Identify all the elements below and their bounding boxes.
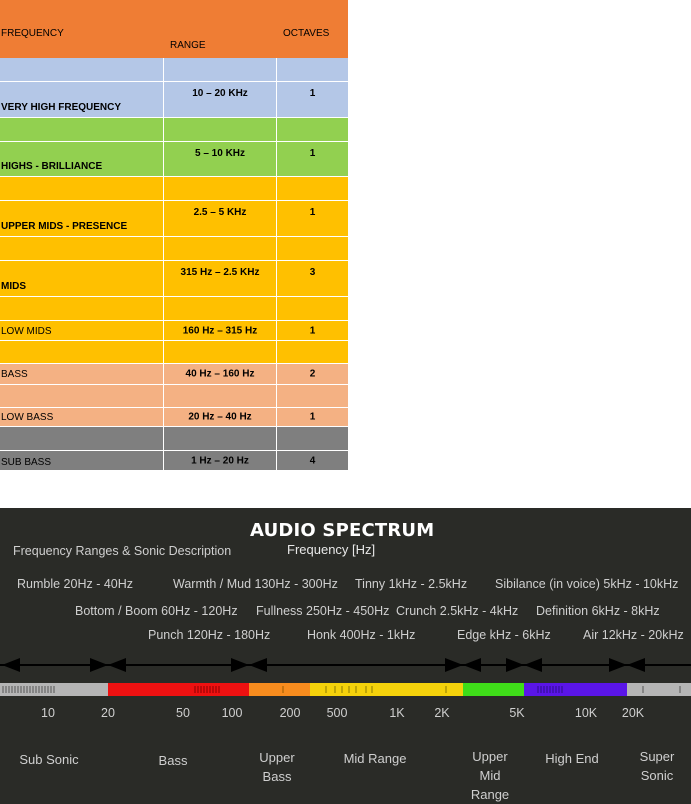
region-label-line: Mid Range — [343, 751, 407, 766]
row-octaves: 1 — [309, 325, 316, 336]
frequency-axis-title: Frequency [Hz] — [287, 542, 376, 557]
hz-label: 500 — [326, 706, 348, 720]
row-octaves: 1 — [309, 148, 316, 159]
row-range: 40 Hz – 160 Hz — [185, 368, 255, 380]
row-range: 315 Hz – 2.5 KHz — [180, 267, 260, 278]
header-octaves: OCTAVES — [283, 28, 330, 39]
row-name: SUB BASS — [1, 457, 52, 468]
table-spacer-row — [0, 177, 348, 201]
desc-air: Air 12kHz - 20kHz — [583, 628, 684, 642]
desc-punch: Punch 120Hz - 180Hz — [148, 628, 271, 642]
frequency-table: FREQUENCY RANGE OCTAVES VERY HIGH FREQUE… — [0, 0, 348, 470]
row-octaves: 1 — [309, 411, 316, 423]
desc-bottom-boom: Bottom / Boom 60Hz - 120Hz — [75, 604, 238, 618]
region-label-line: Sub Sonic — [19, 752, 79, 767]
desc-crunch: Crunch 2.5kHz - 4kHz — [396, 604, 519, 618]
table-row: VERY HIGH FREQUENCY 10 – 20 KHz 1 — [0, 82, 348, 118]
desc-edge: Edge kHz - 6kHz — [457, 628, 551, 642]
table-spacer-row — [0, 58, 348, 82]
desc-tinny: Tinny 1kHz - 2.5kHz — [355, 577, 468, 591]
table-spacer-row — [0, 341, 348, 364]
spectrum-title: AUDIO SPECTRUM — [250, 520, 435, 541]
hz-label: 20 — [101, 706, 115, 720]
region-label-line: Mid — [479, 768, 501, 783]
table-row: LOW MIDS 160 Hz – 315 Hz 1 — [0, 321, 348, 341]
region-bass: Bass — [159, 751, 188, 770]
table-row: MIDS 315 Hz – 2.5 KHz 3 — [0, 261, 348, 297]
spectrum-subtitle: Frequency Ranges & Sonic Description — [13, 544, 232, 558]
region-label-line: Super — [639, 749, 675, 764]
header-range: RANGE — [170, 40, 206, 51]
row-octaves: 1 — [309, 207, 316, 218]
desc-sibilance: Sibilance (in voice) 5kHz - 10kHz — [495, 577, 679, 591]
spectrum-bar — [0, 683, 691, 696]
row-name: VERY HIGH FREQUENCY — [1, 102, 122, 113]
row-range: 5 – 10 KHz — [194, 148, 246, 159]
row-octaves: 1 — [309, 88, 316, 99]
row-range: 2.5 – 5 KHz — [193, 207, 247, 218]
table-row: HIGHS - BRILLIANCE 5 – 10 KHz 1 — [0, 142, 348, 177]
row-range: 10 – 20 KHz — [192, 88, 248, 99]
region-sub-sonic: Sub Sonic — [19, 750, 78, 769]
row-name: UPPER MIDS - PRESENCE — [1, 221, 128, 232]
hz-label: 10 — [41, 706, 55, 720]
tick-marks — [2, 686, 681, 693]
row-octaves: 3 — [309, 267, 316, 278]
row-octaves: 2 — [309, 368, 316, 380]
region-label-line: High End — [545, 751, 599, 766]
desc-fullness: Fullness 250Hz - 450Hz — [256, 604, 390, 618]
hz-label: 5K — [509, 706, 525, 720]
row-range: 160 Hz – 315 Hz — [182, 325, 258, 336]
row-name: LOW MIDS — [1, 326, 52, 337]
hz-label: 100 — [221, 706, 243, 720]
region-label-line: Bass — [262, 769, 292, 784]
region-label-line: Sonic — [640, 768, 674, 783]
table-spacer-row — [0, 385, 348, 408]
table-row: UPPER MIDS - PRESENCE 2.5 – 5 KHz 1 — [0, 201, 348, 237]
hz-label: 1K — [389, 706, 405, 720]
table-row: SUB BASS 1 Hz – 20 Hz 4 — [0, 451, 348, 470]
region-high-end: High End — [545, 749, 598, 768]
table-spacer-row — [0, 118, 348, 142]
region-upper-mid-range: Upper Mid Range — [471, 747, 509, 804]
region-mid-range: Mid Range — [344, 749, 407, 768]
range-arrows — [0, 658, 691, 672]
row-name: HIGHS - BRILLIANCE — [1, 161, 103, 172]
hz-label: 10K — [574, 706, 598, 720]
row-name: LOW BASS — [1, 412, 54, 423]
table-spacer-row — [0, 237, 348, 261]
table-spacer-row — [0, 427, 348, 451]
hz-label: 50 — [176, 706, 190, 720]
desc-warmth: Warmth / Mud 130Hz - 300Hz — [173, 577, 338, 591]
row-name: MIDS — [1, 281, 26, 292]
hz-label: 200 — [279, 706, 301, 720]
region-label-line: Upper — [472, 749, 508, 764]
region-upper-bass: Upper Bass — [259, 748, 294, 786]
region-label-line: Range — [470, 787, 510, 802]
region-label-line: Upper — [259, 750, 295, 765]
table-header-row: FREQUENCY RANGE OCTAVES — [0, 0, 348, 58]
table-row: LOW BASS 20 Hz – 40 Hz 1 — [0, 408, 348, 427]
row-name: BASS — [1, 369, 28, 380]
table-row: BASS 40 Hz – 160 Hz 2 — [0, 364, 348, 385]
desc-honk: Honk 400Hz - 1kHz — [307, 628, 416, 642]
audio-spectrum-panel: AUDIO SPECTRUM Frequency Ranges & Sonic … — [0, 508, 691, 804]
row-range: 20 Hz – 40 Hz — [188, 411, 252, 423]
row-range: 1 Hz – 20 Hz — [191, 455, 249, 466]
desc-definition: Definition 6kHz - 8kHz — [536, 604, 660, 618]
region-super-sonic: Super Sonic — [640, 747, 675, 785]
hz-label: 2K — [434, 706, 450, 720]
header-frequency: FREQUENCY — [1, 28, 64, 39]
table-spacer-row — [0, 297, 348, 321]
region-label-line: Bass — [158, 753, 188, 768]
row-octaves: 4 — [309, 455, 316, 466]
hz-label: 20K — [621, 706, 645, 720]
desc-rumble: Rumble 20Hz - 40Hz — [17, 577, 134, 591]
